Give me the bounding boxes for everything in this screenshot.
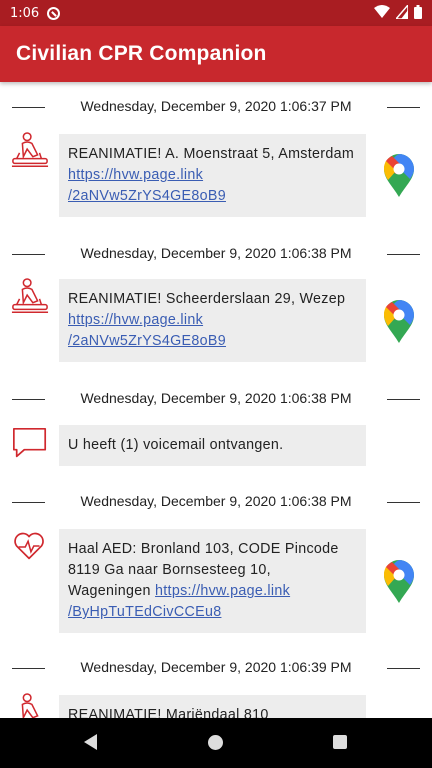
divider [387,668,420,669]
divider [387,502,420,503]
status-bar: 1:06 [0,0,432,26]
status-time: 1:06 [10,5,40,21]
google-maps-pin-icon[interactable] [383,300,415,344]
date-header: Wednesday, December 9, 2020 1:06:38 PM [0,490,432,514]
message-date: Wednesday, December 9, 2020 1:06:38 PM [80,245,352,261]
date-header: Wednesday, December 9, 2020 1:06:39 PM [0,656,432,680]
navigation-bar [0,718,432,768]
cpr-person-icon [21,693,39,718]
message-text: REANIMATIE! Mariëndaal 810 [68,707,269,718]
divider [12,502,45,503]
message-date: Wednesday, December 9, 2020 1:06:38 PM [80,493,352,509]
signal-icon [396,5,408,19]
divider [12,668,45,669]
message-card[interactable]: REANIMATIE! Scheerderslaan 29, Wezep htt… [59,279,366,362]
message-list[interactable]: Wednesday, December 9, 2020 1:06:37 PM R… [0,82,432,718]
divider [12,107,45,108]
message-date: Wednesday, December 9, 2020 1:06:37 PM [80,98,352,114]
divider [12,254,45,255]
heart-pulse-icon [14,532,44,560]
google-maps-pin-icon[interactable] [383,560,415,604]
back-icon[interactable] [84,734,97,750]
cpr-person-icon [11,278,49,313]
message-text: REANIMATIE! A. Moenstraat 5, Amsterdam [68,146,355,162]
list-item[interactable]: Wednesday, December 9, 2020 1:06:38 PM R… [0,242,432,372]
message-card[interactable]: REANIMATIE! A. Moenstraat 5, Amsterdam h… [59,134,366,217]
speech-bubble-icon [12,427,47,458]
message-link[interactable]: https://hvw.page.link/2aNVw5ZrYS4GE8oB9 [68,167,226,204]
message-text: REANIMATIE! Scheerderslaan 29, Wezep [68,291,346,307]
message-card[interactable]: U heeft (1) voicemail ontvangen. [59,425,366,466]
cpr-person-icon [11,132,49,167]
message-card[interactable]: REANIMATIE! Mariëndaal 810 [59,695,366,718]
message-date: Wednesday, December 9, 2020 1:06:39 PM [80,659,352,675]
divider [387,107,420,108]
divider [387,399,420,400]
list-item[interactable]: Wednesday, December 9, 2020 1:06:38 PM U… [0,387,432,477]
message-card[interactable]: Haal AED: Bronland 103, CODE Pincode 811… [59,529,366,633]
message-text: U heeft (1) voicemail ontvangen. [68,437,284,453]
list-item[interactable]: Wednesday, December 9, 2020 1:06:39 PM R… [0,656,432,718]
date-header: Wednesday, December 9, 2020 1:06:38 PM [0,387,432,411]
date-header: Wednesday, December 9, 2020 1:06:37 PM [0,95,432,119]
google-maps-pin-icon[interactable] [383,154,415,198]
recent-apps-icon[interactable] [333,735,347,749]
date-header: Wednesday, December 9, 2020 1:06:38 PM [0,242,432,266]
home-icon[interactable] [208,735,223,750]
do-not-disturb-icon [47,6,61,20]
message-date: Wednesday, December 9, 2020 1:06:38 PM [80,390,352,406]
app-title: Civilian CPR Companion [16,42,267,65]
divider [12,399,45,400]
message-link[interactable]: https://hvw.page.link/2aNVw5ZrYS4GE8oB9 [68,312,226,349]
wifi-icon [374,5,390,18]
list-item[interactable]: Wednesday, December 9, 2020 1:06:37 PM R… [0,95,432,225]
app-bar: Civilian CPR Companion [0,26,432,82]
divider [387,254,420,255]
list-item[interactable]: Wednesday, December 9, 2020 1:06:38 PM H… [0,490,432,640]
battery-icon [414,5,422,19]
